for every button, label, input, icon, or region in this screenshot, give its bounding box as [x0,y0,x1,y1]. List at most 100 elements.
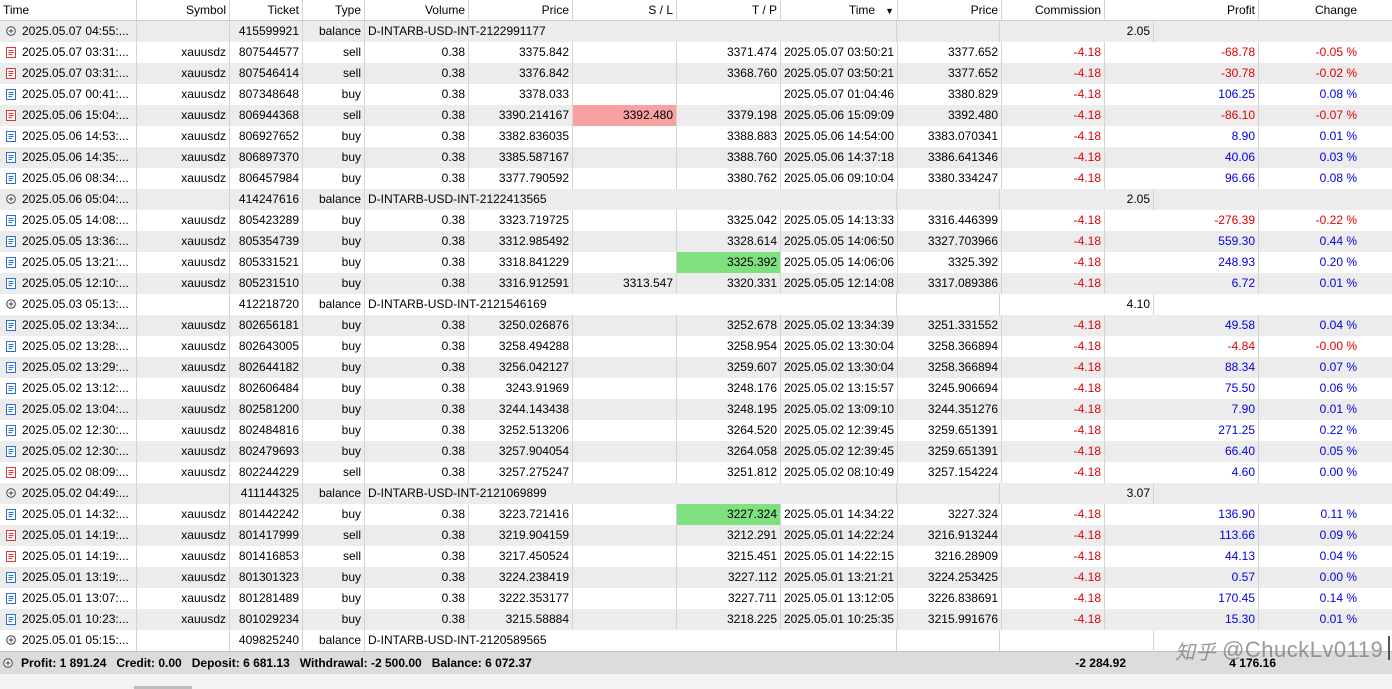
cell-close-time: 2025.05.01 10:25:35 [781,609,898,630]
table-row[interactable]: 2025.05.05 14:08:... xauusdz 805423289 buy 0… [0,210,1392,231]
cell-change: 0.04 % [1319,318,1357,332]
cell-symbol: xauusdz [137,525,230,546]
table-row[interactable]: 2025.05.02 13:12:... xauusdz 802606484 buy 0… [0,378,1392,399]
sell-deal-icon [6,47,16,58]
table-row[interactable]: 2025.05.06 08:34:... xauusdz 806457984 buy 0… [0,168,1392,189]
cell-take-profit: 3218.225 [677,609,781,630]
cell-commission: -4.18 [1002,441,1105,462]
column-header-sl[interactable]: S / L [573,0,677,20]
plus-circle-icon[interactable] [6,635,16,646]
column-header-label: Commission [1034,3,1101,17]
cell-change: 0.01 % [1319,276,1357,290]
table-row[interactable]: 2025.05.07 00:41:... xauusdz 807348648 buy 0… [0,84,1392,105]
cell-symbol [137,294,230,315]
column-header-volume[interactable]: Volume [365,0,469,20]
table-row[interactable]: 2025.05.01 10:23:... xauusdz 801029234 buy 0… [0,609,1392,630]
table-row[interactable]: 2025.05.02 13:04:... xauusdz 802581200 buy 0… [0,399,1392,420]
table-row[interactable]: 2025.05.06 15:04:... xauusdz 806944368 sell… [0,105,1392,126]
sell-deal-icon [6,467,16,478]
cell-ticket: 802606484 [230,378,303,399]
table-row[interactable]: 2025.05.02 12:30:... xauusdz 802484816 buy 0… [0,420,1392,441]
deal-open-time: 2025.05.01 10:23:... [22,612,129,626]
table-row[interactable]: 2025.05.01 14:19:... xauusdz 801416853 sell… [0,546,1392,567]
table-row[interactable]: 2025.05.05 13:36:... xauusdz 805354739 buy 0… [0,231,1392,252]
table-row[interactable]: 2025.05.01 14:32:... xauusdz 801442242 buy 0… [0,504,1392,525]
cell-close-price: 3383.070341 [898,126,1002,147]
cell-profit: -30.78 [1105,63,1259,84]
column-header-symbol[interactable]: Symbol [137,0,230,20]
deal-open-time: 2025.05.02 12:30:... [22,444,129,458]
cell-profit: 4.10 [1000,294,1154,315]
balance-row[interactable]: 2025.05.03 05:13:... 412218720 balance D-IN… [0,294,1392,315]
sort-descending-icon[interactable]: ▼ [885,6,894,16]
table-row[interactable]: 2025.05.02 13:29:... xauusdz 802644182 buy 0… [0,357,1392,378]
horizontal-scrollbar[interactable] [0,674,1392,689]
balance-row[interactable]: 2025.05.07 04:55:... 415599921 balance D-IN… [0,21,1392,42]
column-header-type[interactable]: Type [303,0,365,20]
table-row[interactable]: 2025.05.06 14:35:... xauusdz 806897370 buy 0… [0,147,1392,168]
cell-type: buy [303,378,365,399]
cell-stop-loss [573,315,677,336]
cell-type: balance [303,294,365,315]
cell-ticket: 801416853 [230,546,303,567]
table-row[interactable]: 2025.05.02 13:34:... xauusdz 802656181 buy 0… [0,315,1392,336]
cell-commission: -4.18 [1002,84,1105,105]
cell-take-profit: 3258.954 [677,336,781,357]
cell-symbol: xauusdz [137,441,230,462]
cell-commission: -4.18 [1002,378,1105,399]
cell-close-time: 2025.05.01 14:34:22 [781,504,898,525]
column-header-time2[interactable]: Time ▼ [781,0,898,20]
column-header-price2[interactable]: Price [898,0,1002,20]
table-row[interactable]: 2025.05.07 03:31:... xauusdz 807544577 sell… [0,42,1392,63]
sell-deal-icon [6,551,16,562]
plus-circle-icon[interactable] [6,194,16,205]
cell-commission: -4.18 [1002,399,1105,420]
cell-change: 0.09 % [1319,528,1357,542]
cell-symbol [137,189,230,210]
table-row[interactable]: 2025.05.02 12:30:... xauusdz 802479693 buy 0… [0,441,1392,462]
column-header-time[interactable]: Time [0,0,137,20]
cell-open-price: 3375.842 [469,42,573,63]
cell-take-profit: 3259.607 [677,357,781,378]
table-row[interactable]: 2025.05.06 14:53:... xauusdz 806927652 buy 0… [0,126,1392,147]
table-row[interactable]: 2025.05.02 08:09:... xauusdz 802244229 sell… [0,462,1392,483]
table-row[interactable]: 2025.05.01 13:07:... xauusdz 801281489 buy 0… [0,588,1392,609]
column-header-ticket[interactable]: Ticket [230,0,303,20]
cell-change: -0.22 % [1315,213,1357,227]
column-header-profit[interactable]: Profit [1105,0,1259,20]
cell-close-price: 3258.366894 [898,336,1002,357]
cell-profit: 2.05 [1000,21,1154,42]
column-header-price[interactable]: Price [469,0,573,20]
column-header-change[interactable]: Change [1259,0,1360,20]
column-header-tp[interactable]: T / P [677,0,781,20]
table-row[interactable]: 2025.05.01 14:19:... xauusdz 801417999 sell… [0,525,1392,546]
table-row[interactable]: 2025.05.02 13:28:... xauusdz 802643005 buy 0… [0,336,1392,357]
cell-take-profit: 3320.331 [677,273,781,294]
cell-open-price: 3215.58884 [469,609,573,630]
column-header-commission[interactable]: Commission [1002,0,1105,20]
balance-row[interactable]: 2025.05.02 04:49:... 411144325 balance D-IN… [0,483,1392,504]
balance-row[interactable]: 2025.05.06 05:04:... 414247616 balance D-IN… [0,189,1392,210]
vertical-divider [1388,636,1390,660]
deal-open-time: 2025.05.01 13:19:... [22,570,129,584]
cell-time: 2025.05.03 05:13:... [0,294,137,315]
cell-ticket: 414247616 [230,189,303,210]
table-row[interactable]: 2025.05.07 03:31:... xauusdz 807546414 sell… [0,63,1392,84]
table-row[interactable]: 2025.05.05 12:10:... xauusdz 805231510 buy 0… [0,273,1392,294]
table-row[interactable]: 2025.05.05 13:21:... xauusdz 805331521 buy 0… [0,252,1392,273]
table-row[interactable]: 2025.05.01 13:19:... xauusdz 801301323 buy 0… [0,567,1392,588]
plus-circle-icon[interactable] [3,657,13,669]
plus-circle-icon[interactable] [6,488,16,499]
plus-circle-icon[interactable] [6,26,16,37]
cell-profit: 113.66 [1105,525,1259,546]
cell-symbol: xauusdz [137,84,230,105]
cell-close-price: 3258.366894 [898,357,1002,378]
cell-close-price: 3380.829 [898,84,1002,105]
balance-row[interactable]: 2025.05.01 05:15:... 409825240 balance D-IN… [0,630,1392,651]
cell-change [1154,21,1255,42]
cell-commission: -4.18 [1002,210,1105,231]
plus-circle-icon[interactable] [6,299,16,310]
deal-open-time: 2025.05.01 14:19:... [22,528,129,542]
cell-type: buy [303,210,365,231]
cell-type: buy [303,84,365,105]
